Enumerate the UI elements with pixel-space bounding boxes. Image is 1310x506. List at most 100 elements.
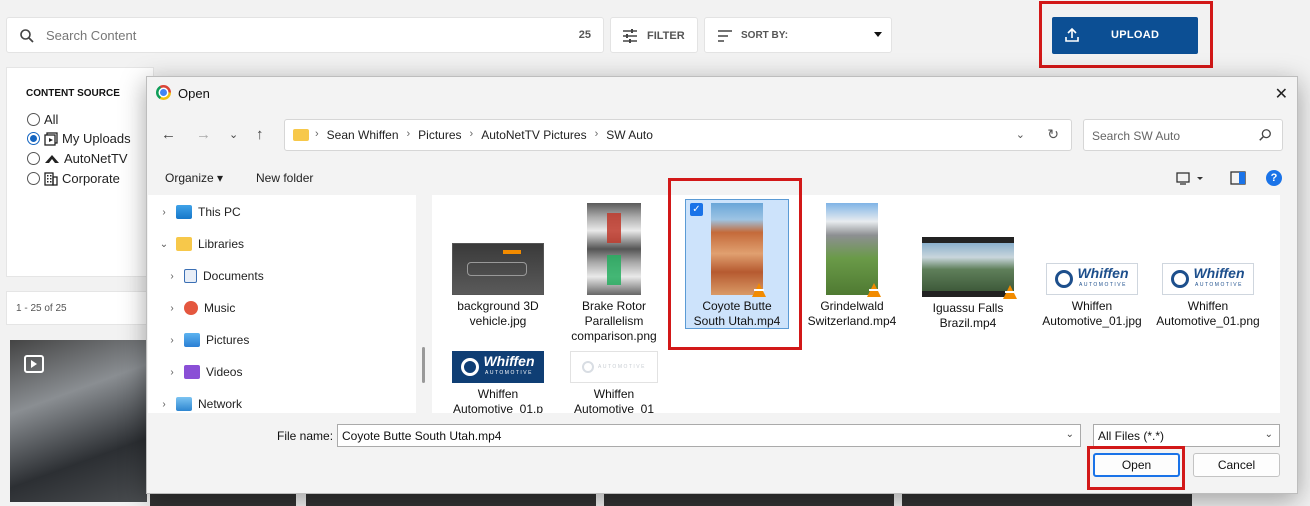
nav-item-label: Network: [198, 397, 243, 411]
address-bar[interactable]: › Sean Whiffen › Pictures › AutoNetTV Pi…: [284, 119, 1072, 151]
view-mode-icon[interactable]: [1176, 170, 1206, 186]
recent-locations-chevron-icon[interactable]: ⌄: [229, 128, 238, 141]
search-placeholder: Search Content: [46, 28, 137, 43]
open-button[interactable]: Open: [1093, 453, 1180, 477]
file-item[interactable]: AUTOMOTIVE Whiffen Automotive_01: [562, 351, 666, 413]
chevron-down-icon[interactable]: ⌄: [1066, 429, 1074, 440]
file-item[interactable]: Whiffen AUTOMOTIVE Whiffen Automotive_01.…: [1156, 203, 1260, 329]
filter-button[interactable]: FILTER: [610, 17, 698, 53]
radio-corporate[interactable]: [27, 172, 40, 185]
videos-icon: [184, 365, 200, 379]
file-thumbnail: AUTOMOTIVE: [570, 351, 658, 383]
file-item[interactable]: Iguassu Falls Brazil.mp4: [916, 203, 1020, 331]
navigation-scrollbar[interactable]: [422, 347, 425, 383]
vlc-icon: [752, 283, 766, 297]
file-item[interactable]: Brake Rotor Parallelism comparison.png: [562, 203, 666, 344]
nav-item-documents[interactable]: › Documents: [166, 269, 264, 283]
sort-dropdown[interactable]: SORT BY:: [704, 17, 892, 53]
file-thumbnail: [452, 243, 544, 295]
forward-arrow-icon[interactable]: →: [196, 126, 211, 143]
refresh-icon[interactable]: ↻: [1047, 126, 1059, 143]
file-item[interactable]: Whiffen AUTOMOTIVE Whiffen Automotive_01.…: [1040, 203, 1144, 329]
vlc-icon: [867, 283, 881, 297]
file-item[interactable]: background 3D vehicle.jpg: [446, 203, 550, 329]
search-placeholder: Search SW Auto: [1092, 129, 1181, 143]
nav-item-label: Libraries: [198, 237, 245, 251]
chevron-right-icon[interactable]: ›: [166, 303, 178, 314]
pagination: 1 - 25 of 25: [6, 291, 154, 325]
breadcrumb-item[interactable]: Pictures: [418, 128, 461, 142]
checkbox-checked-icon[interactable]: ✓: [690, 203, 703, 216]
help-icon[interactable]: ?: [1266, 170, 1282, 186]
source-label: My Uploads: [62, 131, 131, 146]
pictures-icon: [184, 333, 200, 347]
chevron-right-icon[interactable]: ›: [166, 335, 178, 346]
upload-label: UPLOAD: [1111, 29, 1160, 41]
folder-icon: [293, 129, 309, 141]
file-thumbnail: Whiffen AUTOMOTIVE: [1162, 263, 1254, 295]
address-dropdown-icon[interactable]: ⌄: [1016, 128, 1025, 141]
file-name-label: File name:: [277, 429, 334, 443]
media-thumbnail[interactable]: [10, 340, 147, 502]
up-arrow-icon[interactable]: ↑: [256, 126, 264, 143]
file-name-combobox[interactable]: ⌄: [337, 424, 1081, 447]
file-name: Whiffen Automotive_01: [573, 387, 655, 413]
nav-item-pictures[interactable]: › Pictures: [166, 333, 249, 347]
breadcrumb-item[interactable]: SW Auto: [606, 128, 653, 142]
breadcrumb-item[interactable]: Sean Whiffen: [327, 128, 399, 142]
chevron-right-icon[interactable]: ›: [166, 271, 178, 282]
upload-button[interactable]: UPLOAD: [1052, 17, 1198, 54]
breadcrumb-item[interactable]: AutoNetTV Pictures: [481, 128, 586, 142]
nav-item-network[interactable]: › Network: [158, 397, 242, 411]
new-folder-button[interactable]: New folder: [256, 171, 313, 185]
open-file-dialog: Open ✕ ← → ⌄ ↑ › Sean Whiffen › Pictures…: [146, 76, 1298, 494]
source-option-my-uploads[interactable]: My Uploads: [27, 131, 131, 146]
source-option-corporate[interactable]: Corporate: [27, 171, 120, 186]
close-icon[interactable]: ✕: [1275, 84, 1288, 104]
file-list-scrollbar[interactable]: [1283, 197, 1286, 411]
file-thumbnail: [826, 203, 881, 297]
source-option-all[interactable]: All: [27, 112, 58, 127]
file-name: background 3D vehicle.jpg: [457, 299, 539, 328]
folder-search-input[interactable]: Search SW Auto: [1083, 119, 1283, 151]
file-name-input[interactable]: [338, 425, 1048, 446]
media-thumbnail[interactable]: [150, 494, 296, 506]
source-option-autonettv[interactable]: AutoNetTV: [27, 151, 128, 166]
folder-icon: [176, 237, 192, 251]
radio-all[interactable]: [27, 113, 40, 126]
cancel-button[interactable]: Cancel: [1193, 453, 1280, 477]
nav-item-music[interactable]: › Music: [166, 301, 235, 315]
sort-label: SORT BY:: [741, 30, 789, 41]
file-name: Whiffen Automotive_01.png: [1156, 299, 1260, 328]
content-source-panel: CONTENT SOURCE All My Uploads AutoNetTV …: [6, 67, 154, 277]
file-thumbnail: [922, 237, 1017, 299]
chevron-down-icon[interactable]: ⌄: [158, 239, 170, 250]
filter-label: FILTER: [647, 30, 685, 42]
media-thumbnail[interactable]: [306, 494, 596, 506]
whiffen-logo-icon: [461, 358, 480, 376]
nav-item-libraries[interactable]: ⌄ Libraries: [158, 237, 244, 251]
chevron-right-icon[interactable]: ›: [158, 207, 170, 218]
file-item[interactable]: Whiffen AUTOMOTIVE Whiffen Automotive_01.…: [446, 351, 550, 413]
nav-item-this-pc[interactable]: › This PC: [158, 205, 241, 219]
back-arrow-icon[interactable]: ←: [161, 126, 176, 143]
organize-menu[interactable]: Organize ▾: [165, 171, 223, 185]
file-list: background 3D vehicle.jpg Brake Rotor Pa…: [432, 195, 1280, 413]
whiffen-logo-icon: [582, 361, 595, 373]
preview-pane-icon[interactable]: [1230, 170, 1246, 186]
media-thumbnail[interactable]: [902, 494, 1192, 506]
whiffen-wordmark-icon: AUTOMOTIVE: [598, 364, 646, 370]
chevron-right-icon[interactable]: ›: [158, 399, 170, 410]
nav-item-videos[interactable]: › Videos: [166, 365, 242, 379]
chevron-down-icon[interactable]: ⌄: [1265, 429, 1273, 440]
file-item-selected[interactable]: ✓ Coyote Butte South Utah.mp4: [685, 199, 789, 329]
chevron-right-icon[interactable]: ›: [166, 367, 178, 378]
radio-my-uploads[interactable]: [27, 132, 40, 145]
radio-autonettv[interactable]: [27, 152, 40, 165]
file-item[interactable]: Grindelwald Switzerland.mp4: [800, 203, 904, 329]
content-search-box[interactable]: Search Content 25: [6, 17, 604, 53]
source-label: Corporate: [62, 171, 120, 186]
file-thumbnail: Whiffen AUTOMOTIVE: [1046, 263, 1138, 295]
file-type-select[interactable]: All Files (*.*) ⌄: [1093, 424, 1280, 447]
media-thumbnail[interactable]: [604, 494, 894, 506]
